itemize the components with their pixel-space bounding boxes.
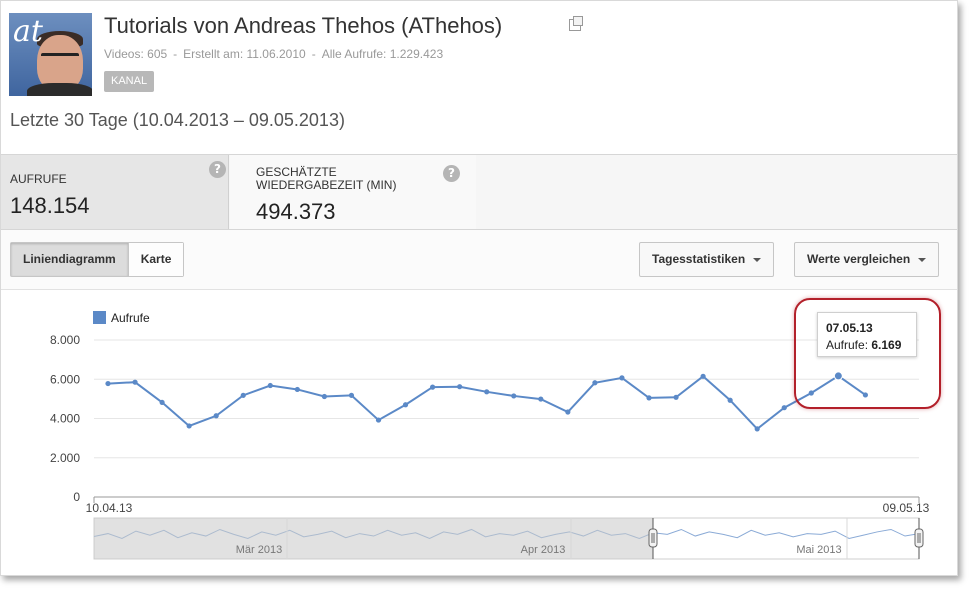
metric-views[interactable]: AUFRUFE 148.154 ? xyxy=(1,155,229,229)
series-line xyxy=(107,374,866,431)
chevron-down-icon xyxy=(918,257,927,262)
created-date: Erstellt am: 11.06.2010 xyxy=(183,47,306,61)
view-toggle: Liniendiagramm Karte xyxy=(10,242,185,277)
data-point xyxy=(457,384,463,390)
data-point xyxy=(321,393,327,400)
y-tick-label: 8.000 xyxy=(50,333,80,347)
range-handle-grip xyxy=(648,528,658,548)
metrics-bar: AUFRUFE 148.154 ? GESCHÄTZTE WIEDERGABEZ… xyxy=(1,154,957,230)
y-tick-label: 6.000 xyxy=(50,372,80,386)
data-point xyxy=(700,373,706,379)
data-point xyxy=(619,375,625,381)
chart-toolbar: Liniendiagramm Karte Tagesstatistiken We… xyxy=(1,230,957,290)
help-icon[interactable]: ? xyxy=(443,165,460,182)
overview-mask xyxy=(94,518,653,559)
channel-title[interactable]: Tutorials von Andreas Thehos (AThehos) xyxy=(104,13,502,39)
line-chart-button[interactable]: Liniendiagramm xyxy=(11,243,128,276)
chevron-down-icon xyxy=(753,257,762,262)
data-point xyxy=(375,417,382,423)
compare-values-dropdown[interactable]: Werte vergleichen xyxy=(794,242,940,277)
overview-month-label: Mai 2013 xyxy=(796,544,841,556)
total-views: Alle Aufrufe: 1.229.423 xyxy=(321,47,444,61)
data-point xyxy=(267,382,273,389)
avatar-logo: at xyxy=(13,14,43,49)
daily-stats-dropdown[interactable]: Tagesstatistiken xyxy=(639,242,775,277)
data-point xyxy=(105,380,111,387)
data-point xyxy=(646,395,652,401)
metric-watch-time[interactable]: GESCHÄTZTE WIEDERGABEZEIT (MIN) 494.373 … xyxy=(230,155,476,229)
overview-month-label: Apr 2013 xyxy=(521,544,566,556)
external-link-icon[interactable] xyxy=(569,16,583,31)
channel-meta: Videos: 605- Erstellt am: 11.06.2010- Alle… xyxy=(104,47,443,61)
data-point xyxy=(240,392,246,398)
data-point xyxy=(511,393,517,399)
metric-views-label: AUFRUFE xyxy=(10,172,67,186)
x-end-label: 09.05.13 xyxy=(883,501,930,515)
analytics-panel: at Tutorials von Andreas Thehos (AThehos… xyxy=(0,0,958,576)
metric-views-value: 148.154 xyxy=(10,193,90,218)
data-point xyxy=(538,396,544,402)
data-point xyxy=(565,409,571,415)
data-point xyxy=(213,413,219,419)
compare-values-label: Werte vergleichen xyxy=(807,252,911,266)
metric-watch-time-label-line2: WIEDERGABEZEIT (MIN) xyxy=(256,178,397,192)
overview-month-label: Mär 2013 xyxy=(236,544,282,556)
data-point xyxy=(186,423,192,429)
daily-stats-label: Tagesstatistiken xyxy=(652,252,746,266)
data-point xyxy=(430,384,436,390)
data-point xyxy=(484,389,490,395)
avatar-shirt xyxy=(27,83,92,96)
avatar-glasses xyxy=(41,53,79,62)
channel-badge: KANAL xyxy=(104,71,155,92)
date-range: Letzte 30 Tage (10.04.2013 – 09.05.2013) xyxy=(10,110,345,130)
range-handle-grip xyxy=(914,528,924,548)
data-point xyxy=(781,405,787,411)
metric-watch-time-label: GESCHÄTZTE WIEDERGABEZEIT (MIN) xyxy=(256,166,396,192)
y-tick-label: 0 xyxy=(73,490,80,504)
data-point xyxy=(348,392,355,398)
metric-watch-time-value: 494.373 xyxy=(256,199,336,224)
meta-separator: - xyxy=(311,47,316,61)
tooltip-label: Aufrufe: xyxy=(826,338,869,352)
tooltip-value: 6.169 xyxy=(871,338,902,352)
x-start-label: 10.04.13 xyxy=(86,501,133,515)
data-point xyxy=(754,426,760,432)
data-point xyxy=(294,386,300,393)
chart-tooltip: 07.05.13 Aufrufe: 6.169 xyxy=(817,312,917,357)
data-point xyxy=(159,399,165,406)
tooltip-date: 07.05.13 xyxy=(826,321,873,335)
channel-avatar[interactable]: at xyxy=(9,13,92,96)
legend-label: Aufrufe xyxy=(111,311,150,325)
tooltip-row: Aufrufe: 6.169 xyxy=(826,337,908,354)
y-tick-label: 2.000 xyxy=(50,451,80,465)
videos-count: Videos: 605 xyxy=(104,47,168,61)
meta-separator: - xyxy=(173,47,178,61)
y-tick-label: 4.000 xyxy=(50,412,80,426)
help-icon[interactable]: ? xyxy=(209,161,226,178)
legend-swatch xyxy=(93,311,106,324)
data-point xyxy=(673,394,679,400)
data-point xyxy=(727,397,733,403)
data-point xyxy=(592,380,598,386)
data-point xyxy=(132,379,138,385)
map-button[interactable]: Karte xyxy=(127,243,184,276)
data-point xyxy=(402,402,409,408)
